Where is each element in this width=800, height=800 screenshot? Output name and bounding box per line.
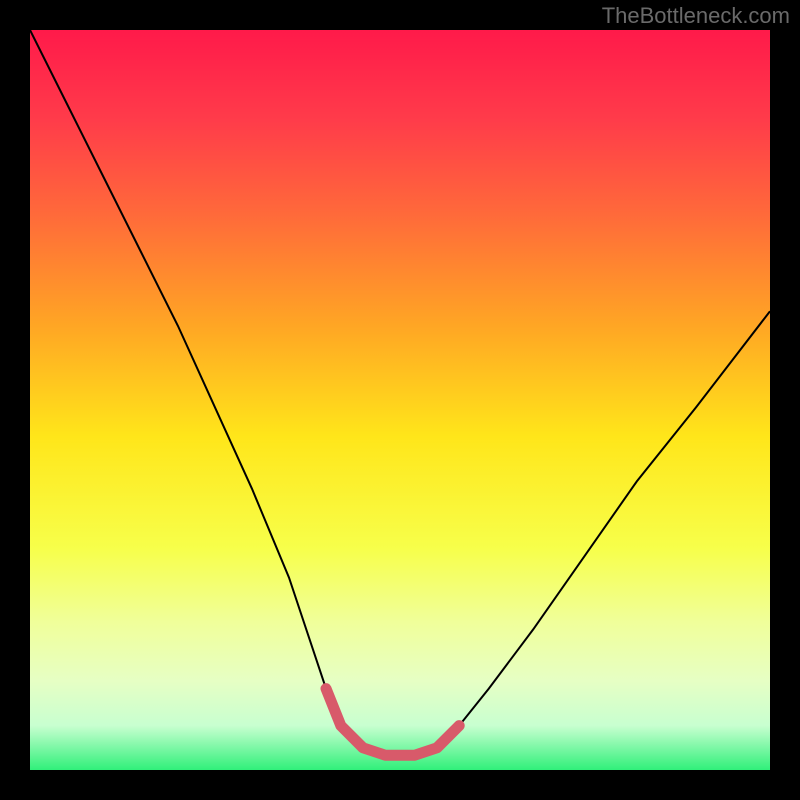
plot-area: [30, 30, 770, 770]
gradient-background: [30, 30, 770, 770]
chart-svg: [30, 30, 770, 770]
chart-frame: TheBottleneck.com: [0, 0, 800, 800]
watermark-text: TheBottleneck.com: [602, 3, 790, 29]
